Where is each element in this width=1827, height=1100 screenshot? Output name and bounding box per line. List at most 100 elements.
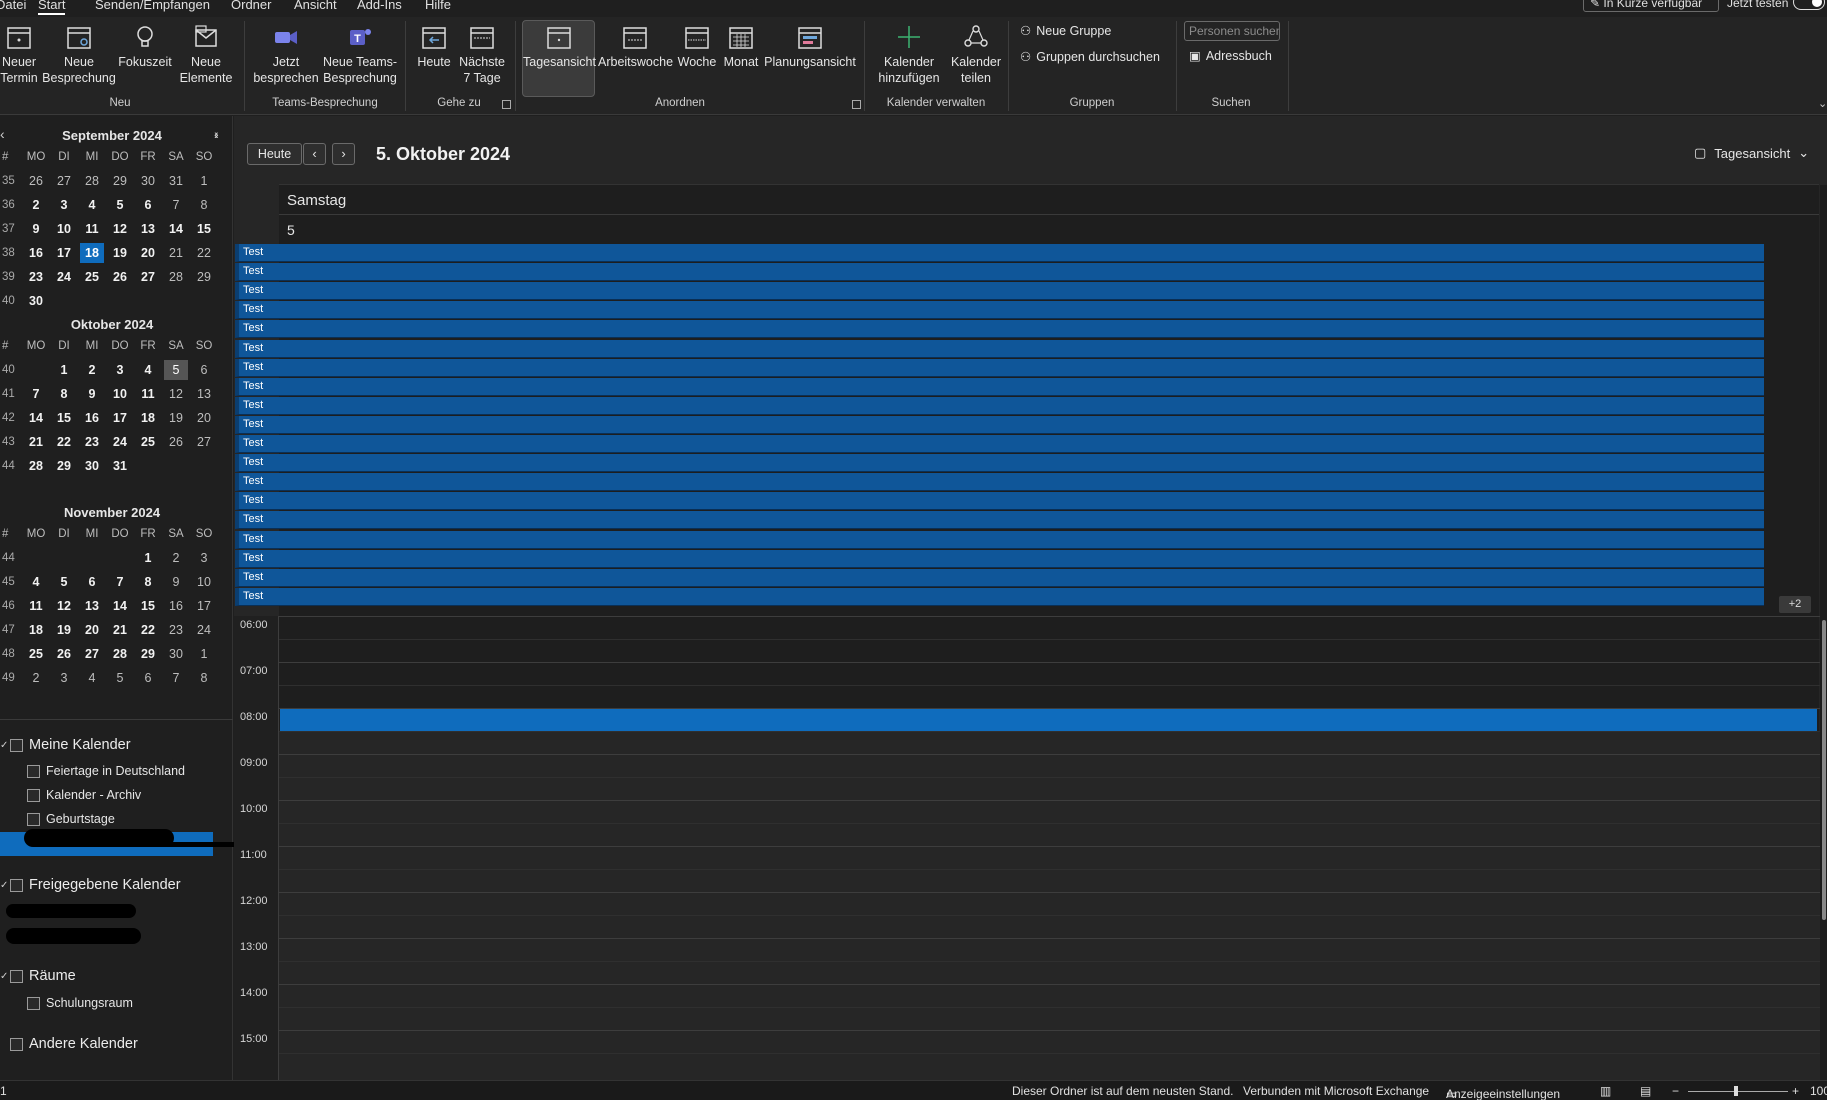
mini-calendar-day[interactable]: 19 (52, 620, 76, 640)
checkbox[interactable] (10, 738, 23, 752)
mini-calendar-day[interactable]: 27 (52, 171, 76, 191)
mini-calendar-day[interactable]: 31 (108, 456, 132, 476)
other-calendars-group[interactable]: Andere Kalender (0, 1036, 138, 1052)
all-day-event[interactable]: Test (235, 301, 1764, 320)
mini-calendar-day[interactable]: 16 (24, 243, 48, 263)
mini-calendar-day[interactable]: 23 (164, 620, 188, 640)
mini-calendar-day[interactable]: 2 (80, 360, 104, 380)
mini-calendar-day[interactable]: 6 (192, 360, 216, 380)
hour-row[interactable]: 06:00 (234, 616, 1827, 662)
checkbox[interactable] (27, 764, 40, 778)
mini-calendar-day[interactable]: 7 (108, 572, 132, 592)
mini-calendar-day[interactable]: 18 (136, 408, 160, 428)
all-day-event[interactable]: Test (235, 396, 1764, 415)
schedule-view-button[interactable]: Planungsansicht (764, 21, 856, 70)
mini-calendar-day[interactable]: 26 (108, 267, 132, 287)
all-day-event[interactable]: Test (235, 263, 1764, 282)
mini-calendar-day[interactable]: 13 (192, 384, 216, 404)
availability-button[interactable]: ✎ In Kürze verfügbar (1583, 0, 1719, 12)
mini-calendar-day[interactable]: 24 (192, 620, 216, 640)
hour-row[interactable]: 10:00 (234, 800, 1827, 846)
new-teams-meeting-button[interactable]: T Neue Teams- Besprechung (322, 21, 398, 86)
all-day-event[interactable]: Test (235, 377, 1764, 396)
mini-calendar-day[interactable]: 31 (164, 171, 188, 191)
add-calendar-button[interactable]: Kalender hinzufügen (870, 21, 948, 86)
mini-calendar-day[interactable]: 25 (136, 432, 160, 452)
all-day-event[interactable]: Test (235, 587, 1764, 606)
mini-calendar-day[interactable]: 22 (52, 432, 76, 452)
mini-calendar-day[interactable]: 17 (192, 596, 216, 616)
checkbox[interactable] (10, 1037, 23, 1051)
mini-calendar-day[interactable]: 9 (24, 219, 48, 239)
all-day-event[interactable]: Test (235, 244, 1764, 262)
mini-calendar-day[interactable]: 26 (52, 644, 76, 664)
reading-view-icon[interactable]: ▤ (1640, 1084, 1651, 1098)
mini-calendar-day[interactable]: 17 (108, 408, 132, 428)
hour-row[interactable]: 13:00 (234, 938, 1827, 984)
view-selector[interactable]: ▢ Tagesansicht ⌄ (1694, 145, 1809, 161)
mini-calendar-day[interactable]: 8 (52, 384, 76, 404)
previous-day-button[interactable]: ‹ (303, 143, 326, 165)
mini-calendar-day[interactable]: 20 (80, 620, 104, 640)
mini-calendar-day[interactable]: 21 (24, 432, 48, 452)
mini-calendar-day[interactable]: 21 (108, 620, 132, 640)
tab-folder[interactable]: Ordner (231, 0, 271, 12)
more-events-badge[interactable]: +2 (1779, 596, 1811, 613)
focus-time-button[interactable]: Fokuszeit (118, 21, 172, 70)
mini-calendar-day[interactable]: 17 (52, 243, 76, 263)
mini-calendar-day[interactable]: 27 (192, 432, 216, 452)
mini-calendar-day[interactable]: 10 (52, 219, 76, 239)
all-day-event[interactable]: Test (235, 339, 1764, 358)
tab-addins[interactable]: Add-Ins (357, 0, 402, 12)
mini-calendar-day[interactable]: 13 (136, 219, 160, 239)
mini-calendar-day[interactable]: 14 (108, 596, 132, 616)
mini-calendar-day[interactable]: 20 (192, 408, 216, 428)
mini-calendar-day[interactable]: 10 (108, 384, 132, 404)
mini-calendar-day[interactable]: 23 (24, 267, 48, 287)
mini-calendar-day[interactable]: 30 (164, 644, 188, 664)
normal-view-icon[interactable]: ▥ (1600, 1084, 1611, 1098)
zoom-slider[interactable] (1688, 1091, 1788, 1092)
mini-calendar-day[interactable]: 22 (192, 243, 216, 263)
mini-calendar-day[interactable]: 11 (24, 596, 48, 616)
checkbox[interactable] (10, 878, 23, 892)
mini-calendar-day[interactable]: 26 (24, 171, 48, 191)
mini-calendar-day[interactable]: 5 (164, 360, 188, 380)
all-day-event[interactable]: Test (235, 358, 1764, 377)
mini-calendar-day[interactable]: 24 (52, 267, 76, 287)
mini-calendar-day[interactable]: 12 (108, 219, 132, 239)
all-day-event[interactable]: Test (235, 454, 1764, 473)
meet-now-button[interactable]: Jetzt besprechen (252, 21, 320, 86)
tab-send-receive[interactable]: Senden/Empfangen (95, 0, 210, 12)
mini-calendar-day[interactable]: 2 (164, 548, 188, 568)
mini-calendar-day[interactable]: 10 (192, 572, 216, 592)
rooms-group[interactable]: ✓ Räume (0, 968, 76, 984)
mini-calendar-day[interactable]: 1 (52, 360, 76, 380)
mini-calendar-day[interactable]: 3 (108, 360, 132, 380)
mini-calendar-day[interactable]: 2 (24, 195, 48, 215)
mini-calendar-day[interactable]: 25 (80, 267, 104, 287)
browse-groups-button[interactable]: ⚇ Gruppen durchsuchen (1020, 49, 1160, 65)
dialog-launcher-icon[interactable] (852, 100, 861, 109)
checkbox[interactable] (10, 969, 23, 983)
all-day-event[interactable]: Test (235, 549, 1764, 568)
hour-row[interactable]: 11:00 (234, 846, 1827, 892)
mini-calendar-day[interactable]: 28 (164, 267, 188, 287)
mini-calendar-day[interactable]: 20 (136, 243, 160, 263)
mini-calendar-day[interactable]: 28 (108, 644, 132, 664)
mini-calendar-day[interactable]: 14 (164, 219, 188, 239)
all-day-event[interactable]: Test (235, 568, 1764, 587)
mini-calendar-day[interactable]: 19 (108, 243, 132, 263)
mini-calendar-day[interactable]: 29 (192, 267, 216, 287)
mini-calendar-day[interactable]: 27 (80, 644, 104, 664)
new-appointment-button[interactable]: Neuer Termin (0, 21, 38, 86)
hour-row[interactable]: 09:00 (234, 754, 1827, 800)
mini-calendar-day[interactable]: 1 (192, 644, 216, 664)
all-day-event[interactable]: Test (235, 511, 1764, 530)
tab-view[interactable]: Ansicht (294, 0, 337, 12)
mini-calendar-day[interactable]: 4 (80, 668, 104, 688)
mini-calendar-day[interactable]: 30 (80, 456, 104, 476)
all-day-event[interactable]: Test (235, 415, 1764, 434)
mini-calendar-day[interactable]: 9 (164, 572, 188, 592)
mini-calendar-day[interactable]: 28 (24, 456, 48, 476)
